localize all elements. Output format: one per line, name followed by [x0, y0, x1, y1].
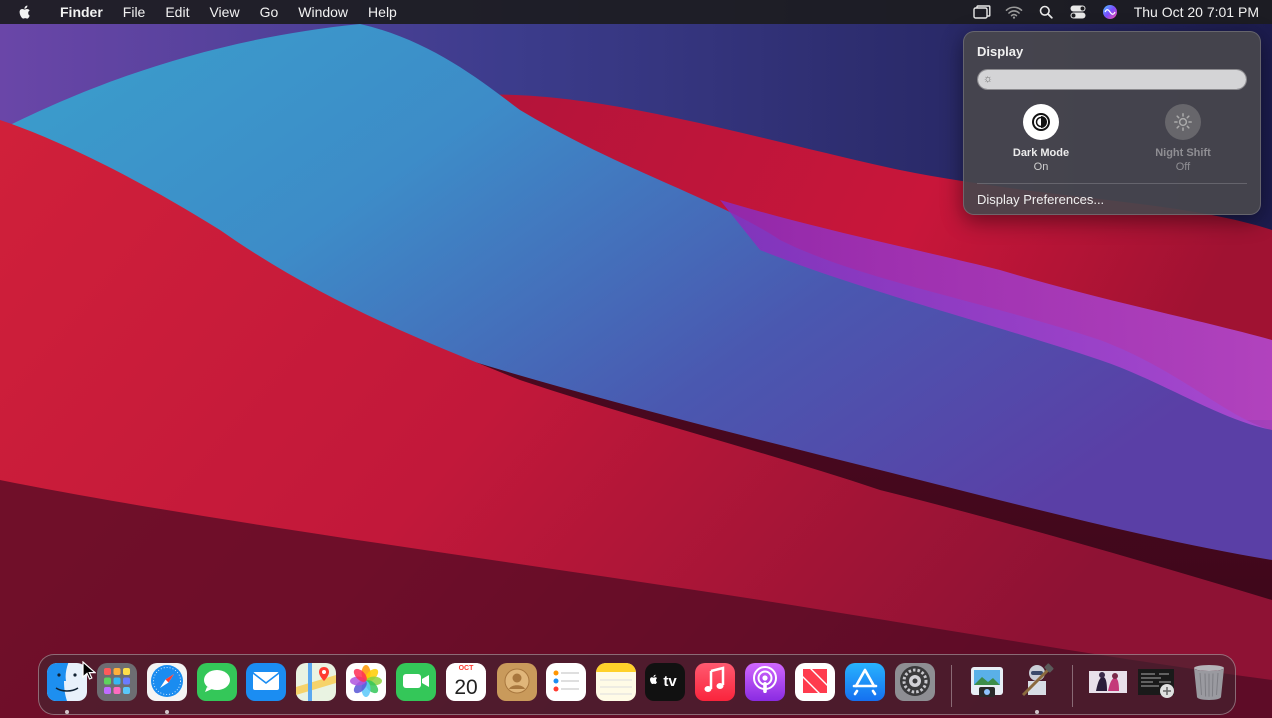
dock-item-calendar[interactable]: OCT 20 [446, 663, 486, 703]
screen-mirroring-icon[interactable] [966, 0, 998, 24]
screenshot-thumbnail-icon [1137, 663, 1177, 703]
dock-item-launchpad[interactable] [97, 663, 137, 703]
app-store-icon [845, 663, 885, 703]
dock-item-trash[interactable] [1189, 663, 1229, 703]
dock-item-app-store[interactable] [845, 663, 885, 703]
dock-item-maps[interactable] [296, 663, 336, 703]
dark-mode-label: Dark Mode [1012, 147, 1070, 159]
svg-text:OCT: OCT [459, 665, 475, 672]
dock-item-music[interactable] [695, 663, 735, 703]
system-preferences-icon [895, 663, 935, 703]
wifi-icon[interactable] [998, 0, 1030, 24]
music-icon [695, 663, 735, 703]
photos-icon [346, 663, 386, 703]
dock-item-preview[interactable] [967, 663, 1007, 703]
maps-icon [296, 663, 336, 703]
dock-item-podcasts[interactable] [745, 663, 785, 703]
menu-view[interactable]: View [199, 0, 249, 24]
panel-divider [977, 183, 1247, 184]
brightness-slider-fill [978, 70, 1246, 89]
running-indicator [65, 710, 69, 714]
reminders-icon [546, 663, 586, 703]
night-shift-toggle[interactable]: Night Shift Off [1128, 104, 1238, 173]
facetime-icon [396, 663, 436, 703]
spotlight-search-icon[interactable] [1030, 0, 1062, 24]
automator-icon [1017, 663, 1057, 703]
dock-item-mail[interactable] [246, 663, 286, 703]
dock-item-reminders[interactable] [546, 663, 586, 703]
messages-icon [197, 663, 237, 703]
panel-title: Display [977, 44, 1024, 59]
apple-tv-icon: tv [645, 663, 685, 703]
menu-go[interactable]: Go [250, 0, 289, 24]
brightness-low-icon: ☼ [983, 73, 994, 85]
dark-mode-icon [1023, 104, 1059, 140]
dock-item-system-preferences[interactable] [895, 663, 935, 703]
dark-mode-state: On [1033, 161, 1049, 173]
running-indicator [165, 710, 169, 714]
dock-item-image-thumbnail[interactable] [1088, 663, 1128, 703]
dock-item-contacts[interactable] [497, 663, 537, 703]
mail-icon [246, 663, 286, 703]
dock-item-safari[interactable] [147, 663, 187, 703]
dock-separator [1072, 665, 1073, 707]
image-thumbnail-icon [1088, 663, 1128, 703]
finder-icon [47, 663, 87, 703]
dock-item-photos[interactable] [346, 663, 386, 703]
dock-item-news[interactable] [795, 663, 835, 703]
dock-item-finder[interactable] [47, 663, 87, 703]
menubar-clock[interactable]: Thu Oct 20 7:01 PM [1126, 4, 1272, 20]
brightness-slider[interactable]: ☼ [977, 69, 1247, 90]
svg-text:20: 20 [454, 676, 477, 699]
preview-icon [967, 663, 1007, 703]
menu-window[interactable]: Window [288, 0, 358, 24]
menu-help[interactable]: Help [358, 0, 407, 24]
notes-icon [596, 663, 636, 703]
night-shift-state: Off [1175, 161, 1191, 173]
safari-icon [147, 663, 187, 703]
contacts-icon [497, 663, 537, 703]
dock-item-facetime[interactable] [396, 663, 436, 703]
calendar-icon: OCT 20 [446, 663, 486, 703]
podcasts-icon [745, 663, 785, 703]
night-shift-label: Night Shift [1155, 147, 1211, 159]
news-icon [795, 663, 835, 703]
dock-item-tv[interactable]: tv [645, 663, 685, 703]
display-control-panel: Display ☼ Dark Mode On Night Shift Off D… [963, 31, 1261, 215]
dock-item-automator[interactable] [1017, 663, 1057, 703]
dock: OCT 20 tv [38, 654, 1236, 715]
display-preferences-link[interactable]: Display Preferences... [977, 192, 1104, 207]
apple-menu-icon[interactable] [0, 4, 50, 21]
menu-file[interactable]: File [113, 0, 156, 24]
trash-icon [1189, 663, 1229, 703]
launchpad-icon [97, 663, 137, 703]
night-shift-icon [1165, 104, 1201, 140]
mouse-cursor-icon [82, 661, 96, 680]
running-indicator [1035, 710, 1039, 714]
dock-item-screenshot-thumbnail[interactable] [1137, 663, 1177, 703]
menu-app-finder[interactable]: Finder [50, 0, 113, 24]
dock-item-notes[interactable] [596, 663, 636, 703]
dark-mode-toggle[interactable]: Dark Mode On [986, 104, 1096, 173]
control-center-icon[interactable] [1062, 0, 1094, 24]
dock-separator [951, 665, 952, 707]
menu-edit[interactable]: Edit [155, 0, 199, 24]
menu-bar: Finder File Edit View Go Window Help Thu… [0, 0, 1272, 24]
dock-item-messages[interactable] [197, 663, 237, 703]
siri-icon[interactable] [1094, 0, 1126, 24]
svg-text:tv: tv [663, 673, 677, 690]
